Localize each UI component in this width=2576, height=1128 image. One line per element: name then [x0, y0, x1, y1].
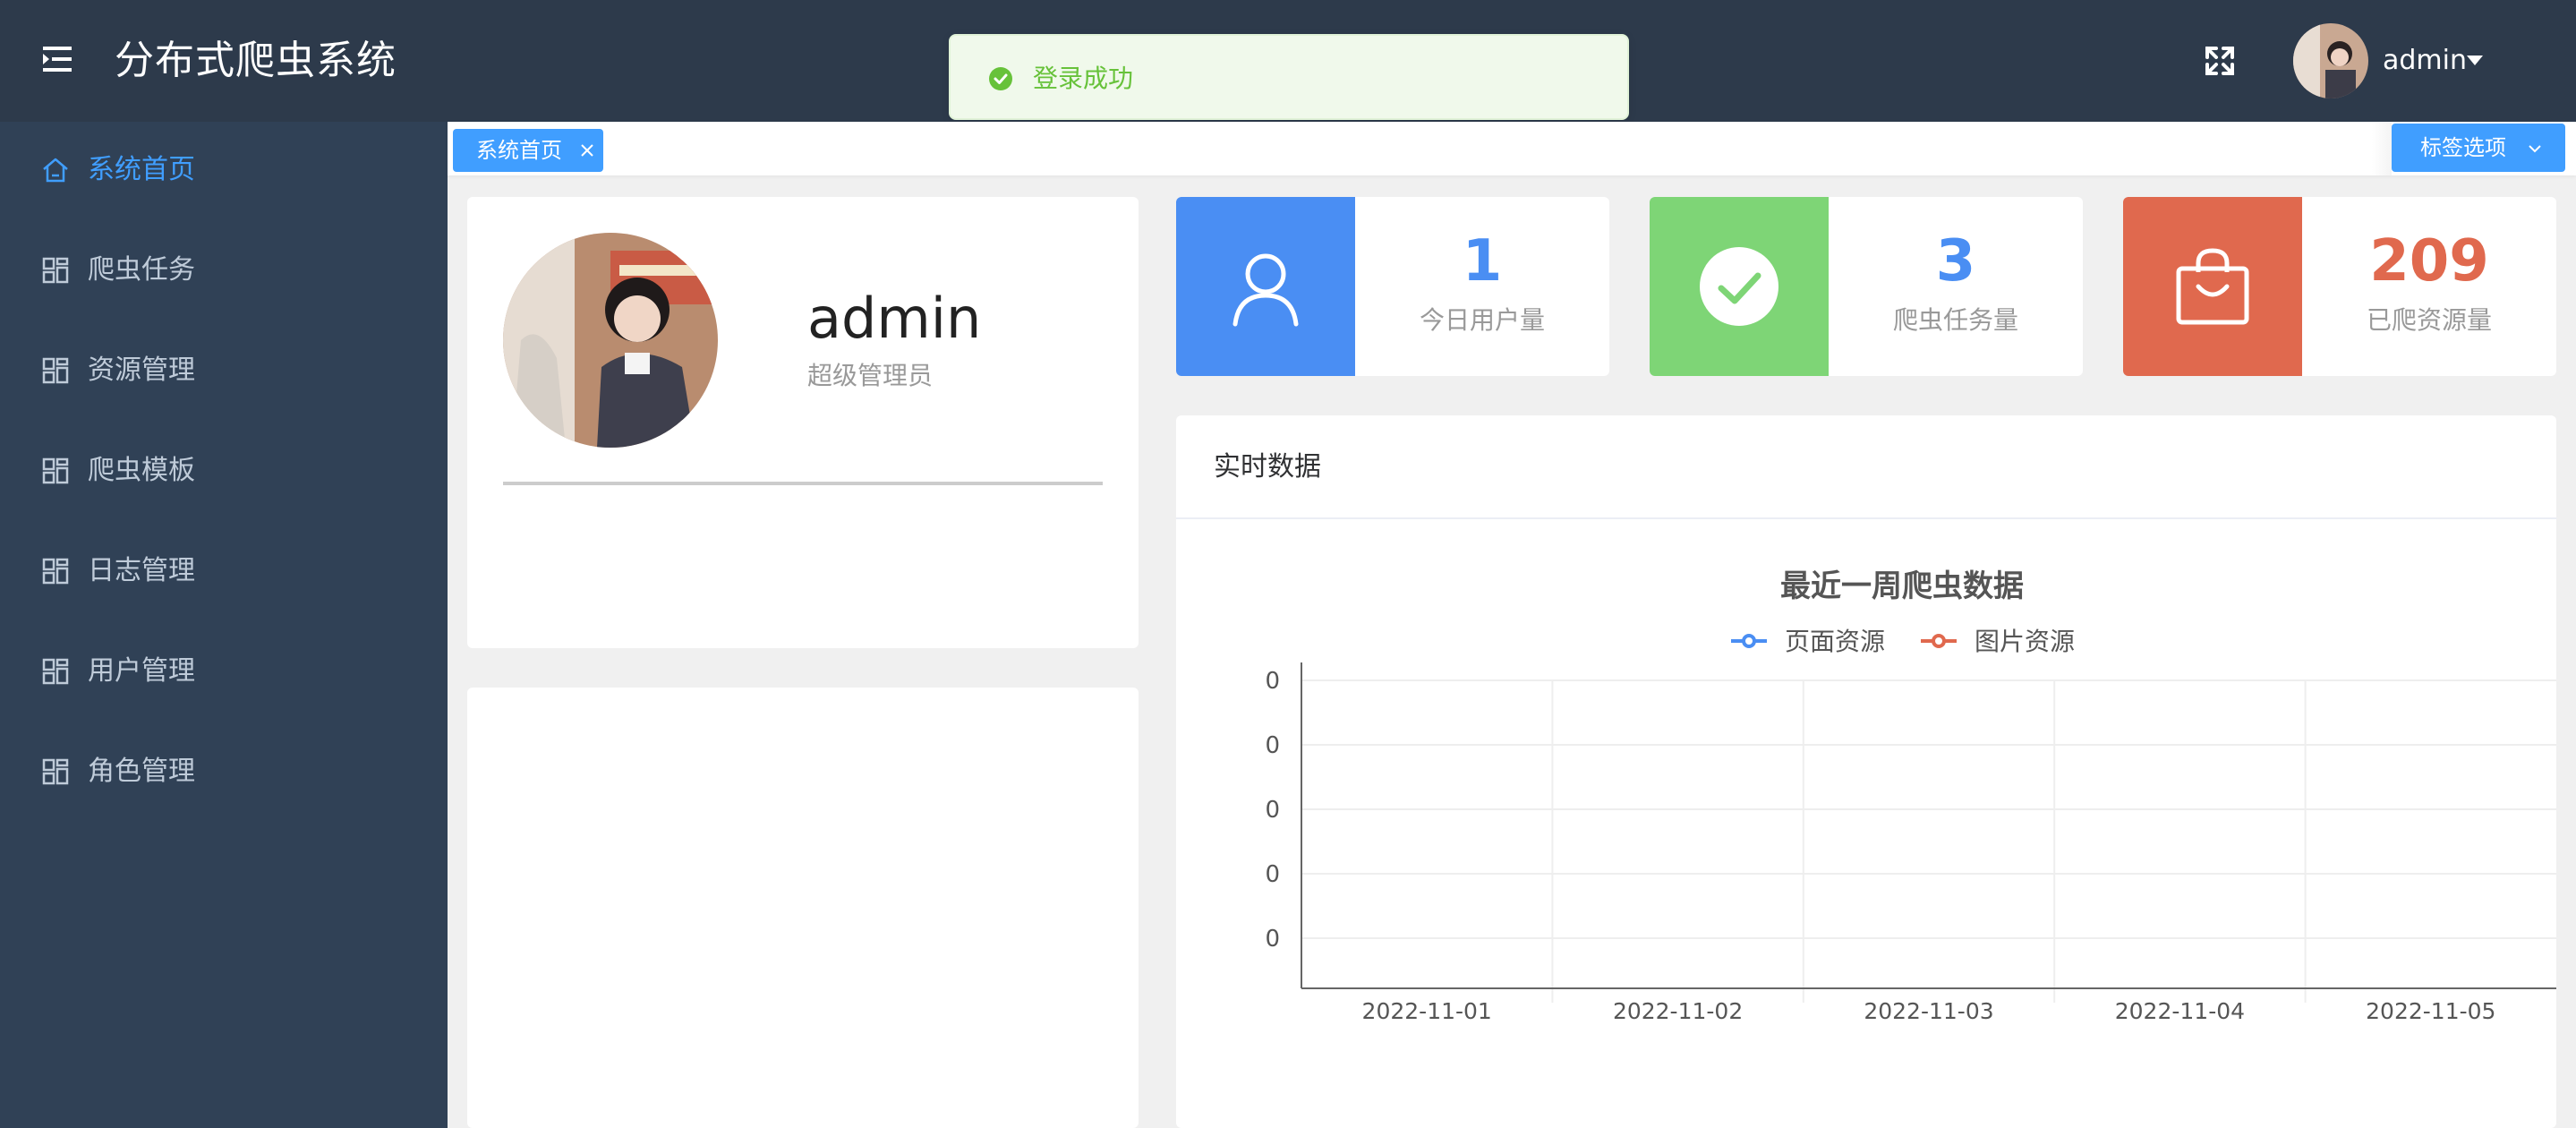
check-circle-icon — [1700, 247, 1778, 326]
profile-avatar — [503, 233, 718, 448]
home-icon — [43, 158, 68, 183]
stat-icon-box — [1176, 197, 1355, 376]
y-tick-label: 0 — [1265, 861, 1280, 888]
hamburger-menu-icon[interactable] — [39, 43, 75, 75]
legend-marker — [1932, 634, 1946, 648]
grid-icon — [42, 457, 69, 484]
sidebar-item-users[interactable]: 用户管理 — [0, 623, 448, 723]
fullscreen-icon[interactable] — [2202, 43, 2238, 79]
realtime-card: 实时数据 最近一周爬虫数据页面资源 图片资源 0 0 0 0 0 2022-11-01 2022… — [1176, 415, 2556, 1128]
y-tick-label: 0 — [1265, 926, 1280, 953]
stat-label: 爬虫任务量 — [1892, 305, 2018, 335]
y-tick-label: 0 — [1265, 797, 1280, 824]
x-tick-label: 2022-11-02 — [1613, 998, 1743, 1024]
tag-options-button[interactable]: 标签选项 — [2392, 124, 2565, 172]
legend-marker — [1742, 634, 1756, 648]
tags-fade — [2372, 122, 2392, 175]
profile-role: 超级管理员 — [807, 361, 934, 390]
stat-card-resources: 209 已爬资源量 — [2123, 197, 2556, 376]
user-name[interactable]: admin — [2383, 39, 2467, 82]
profile-name: admin — [807, 286, 982, 351]
close-icon[interactable] — [578, 141, 596, 159]
stat-value: 3 — [1935, 228, 1976, 295]
realtime-title: 实时数据 — [1214, 451, 1321, 483]
tag-label: 系统首页 — [476, 138, 562, 163]
y-tick-label: 0 — [1265, 732, 1280, 759]
sidebar: 系统首页 爬虫任务 资源管理 爬虫模板 日志管理 用户管理 角色管理 — [0, 122, 448, 1128]
grid-icon — [42, 558, 69, 585]
tag-home[interactable]: 系统首页 — [453, 129, 603, 172]
avatar[interactable] — [2293, 23, 2368, 98]
stat-icon-box — [1650, 197, 1829, 376]
stat-icon-box — [2123, 197, 2302, 376]
sidebar-item-logs[interactable]: 日志管理 — [0, 523, 448, 623]
sidebar-item-label: 资源管理 — [88, 355, 195, 386]
stat-value: 209 — [2369, 228, 2489, 295]
sidebar-item-label: 爬虫任务 — [88, 254, 195, 286]
stat-label: 今日用户量 — [1419, 305, 1545, 335]
tag-options-label: 标签选项 — [2420, 135, 2506, 160]
y-tick-label: 0 — [1265, 668, 1280, 695]
line-chart: 最近一周爬虫数据页面资源 图片资源 0 0 0 0 0 2022-11-01 2022-11-0… — [1265, 568, 2556, 1024]
info-card — [467, 688, 1139, 1128]
caret-down-icon[interactable] — [2467, 56, 2483, 65]
sidebar-item-home[interactable]: 系统首页 — [0, 122, 448, 222]
grid-icon — [42, 658, 69, 685]
chevron-down-icon — [2529, 145, 2541, 153]
stat-card-tasks: 3 爬虫任务量 — [1650, 197, 2083, 376]
shopping-bag-icon — [2176, 248, 2249, 325]
sidebar-item-label: 角色管理 — [88, 756, 195, 787]
sidebar-item-label: 用户管理 — [88, 655, 195, 687]
x-tick-label: 2022-11-03 — [1864, 998, 1993, 1024]
success-check-icon — [989, 67, 1012, 90]
realtime-header: 实时数据 — [1176, 415, 2556, 519]
grid-icon — [42, 357, 69, 384]
sidebar-item-label: 爬虫模板 — [88, 455, 195, 486]
stat-label: 已爬资源量 — [2366, 305, 2492, 335]
x-tick-label: 2022-11-01 — [1362, 998, 1492, 1024]
toast-message: 登录成功 — [1033, 64, 1134, 93]
success-toast: 登录成功 — [949, 34, 1629, 120]
user-icon — [1233, 253, 1299, 327]
app-title: 分布式爬虫系统 — [115, 38, 397, 83]
sidebar-item-resources[interactable]: 资源管理 — [0, 322, 448, 423]
x-tick-label: 2022-11-04 — [2115, 998, 2245, 1024]
chart-title: 最近一周爬虫数据 — [1780, 568, 2024, 604]
sidebar-item-roles[interactable]: 角色管理 — [0, 723, 448, 824]
stat-value: 1 — [1462, 228, 1503, 295]
profile-card: admin 超级管理员 — [467, 197, 1139, 648]
sidebar-item-label: 系统首页 — [88, 154, 195, 185]
divider — [503, 482, 1103, 485]
grid-icon — [42, 257, 69, 284]
grid-icon — [42, 758, 69, 785]
legend-label: 图片资源 — [1975, 627, 2075, 656]
sidebar-item-templates[interactable]: 爬虫模板 — [0, 423, 448, 523]
sidebar-item-label: 日志管理 — [88, 555, 195, 586]
sidebar-item-crawler-tasks[interactable]: 爬虫任务 — [0, 222, 448, 322]
stat-card-users: 1 今日用户量 — [1176, 197, 1609, 376]
tags-bar: 系统首页 标签选项 — [448, 122, 2576, 175]
x-tick-label: 2022-11-05 — [2366, 998, 2495, 1024]
legend-label: 页面资源 — [1785, 627, 1885, 656]
